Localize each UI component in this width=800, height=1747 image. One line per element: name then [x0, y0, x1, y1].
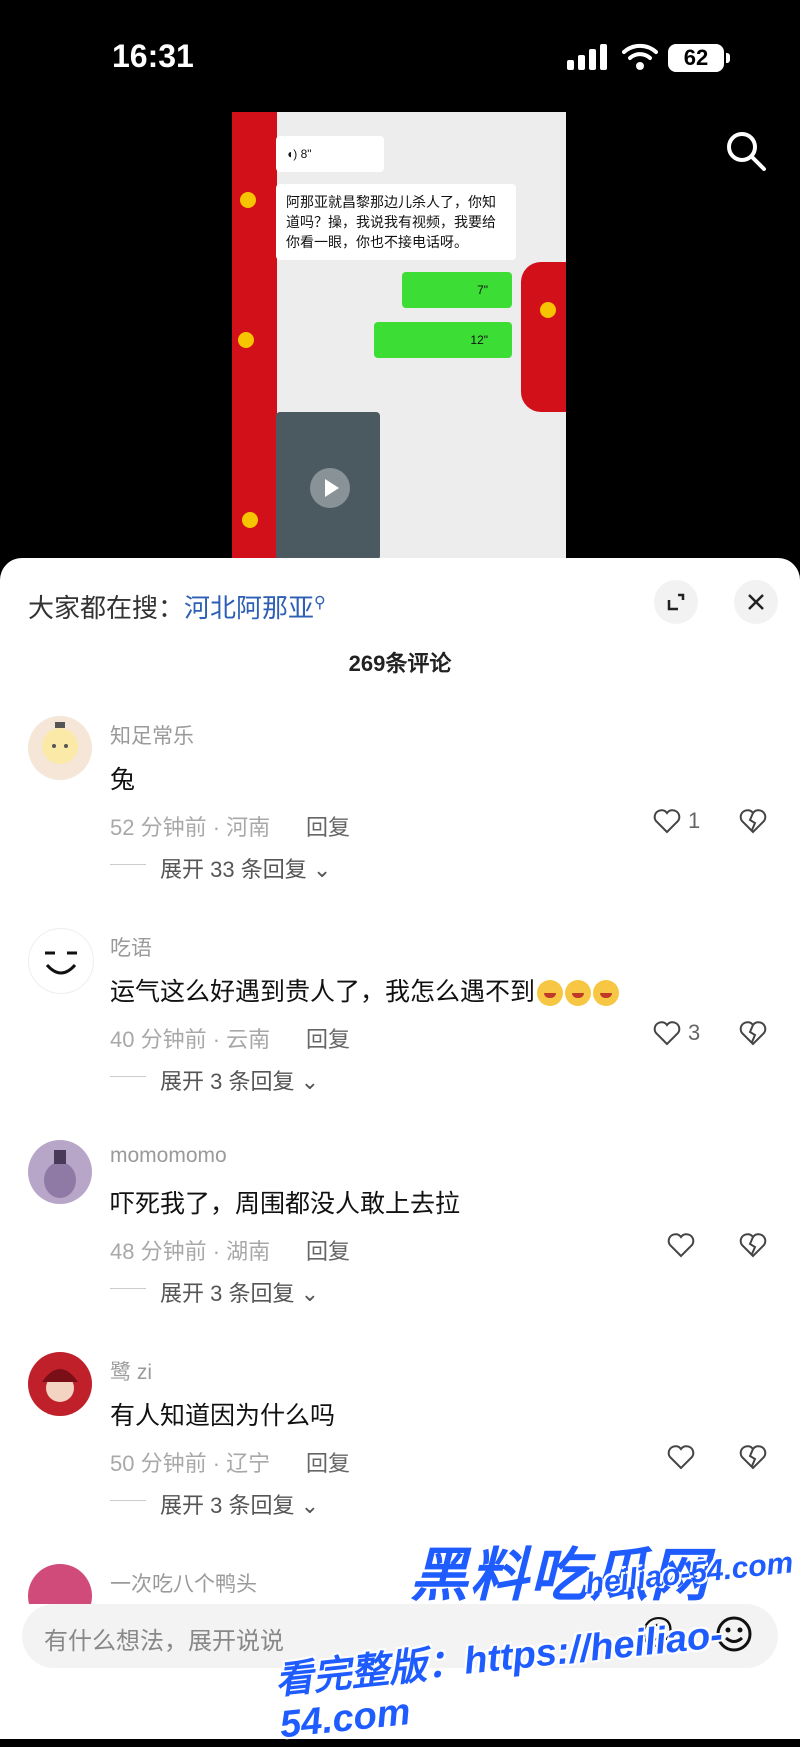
search-suggestion-label: 大家都在搜：	[28, 593, 185, 623]
comment-username[interactable]: momomomo	[110, 1144, 227, 1168]
heart-icon	[667, 1445, 695, 1470]
comment-meta: 52 分钟前 · 河南	[110, 815, 271, 840]
voice-message-left: ◖) 8"	[276, 136, 384, 172]
decor-emoji	[540, 302, 556, 318]
search-small-icon: ⚲	[314, 594, 326, 612]
search-icon[interactable]	[725, 130, 767, 172]
like-button[interactable]: 3	[652, 1018, 732, 1054]
comment-username[interactable]: 一次吃八个鸭头	[110, 1568, 257, 1598]
like-button[interactable]	[652, 1230, 732, 1266]
expand-replies[interactable]: 展开 3 条回复 ⌄	[160, 1064, 319, 1096]
avatar-image	[45, 951, 77, 975]
play-icon[interactable]	[310, 468, 350, 508]
crying-emoji-icon	[593, 980, 620, 1007]
decor-emoji	[240, 192, 256, 208]
like-count: 3	[688, 1020, 701, 1045]
comment-text: 兔	[110, 766, 136, 794]
chevron-down-icon: ⌄	[300, 1281, 320, 1306]
chevron-down-icon: ⌄	[300, 1493, 320, 1518]
status-bar: 16:31 62	[0, 0, 800, 110]
avatar[interactable]	[28, 1352, 92, 1416]
crying-emoji-icon	[537, 980, 564, 1007]
dislike-icon[interactable]	[738, 806, 768, 836]
reply-button[interactable]: 回复	[306, 810, 350, 842]
dislike-icon[interactable]	[738, 1230, 768, 1260]
comment-item: momomomo 吓死我了，周围都没人敢上去拉 48 分钟前 · 湖南 回复 展…	[0, 1140, 800, 1340]
comment-count: 269条评论	[348, 651, 452, 676]
chevron-down-icon: ⌄	[300, 1069, 320, 1094]
chevron-down-icon: ⌄	[312, 857, 332, 882]
decor-emoji	[242, 512, 258, 528]
comment-text: 运气这么好遇到贵人了，我怎么遇不到	[110, 972, 620, 1008]
expand-replies-label: 展开 3 条回复	[160, 1493, 295, 1518]
reply-button[interactable]: 回复	[306, 1234, 350, 1266]
heart-icon	[667, 1233, 695, 1258]
comment-text-body: 运气这么好遇到贵人了，我怎么遇不到	[110, 978, 536, 1006]
wifi-icon	[622, 43, 658, 70]
video-thumbnail[interactable]	[276, 412, 380, 560]
comment-meta: 50 分钟前 · 辽宁	[110, 1451, 271, 1476]
reply-button[interactable]: 回复	[306, 1446, 350, 1478]
comment-item: 知足常乐 兔 52 分钟前 · 河南 回复 1 展开 33 条回复 ⌄	[0, 716, 800, 916]
close-button[interactable]	[734, 580, 778, 624]
comment-input-placeholder: 有什么想法，展开说说	[44, 1628, 284, 1655]
search-suggestion-keyword[interactable]: 河北阿那亚	[184, 593, 314, 623]
expand-replies[interactable]: 展开 3 条回复 ⌄	[160, 1276, 319, 1308]
voice-message-right: 12"	[374, 322, 512, 358]
expand-icon	[667, 593, 685, 611]
chat-message: 阿那亚就昌黎那边儿杀人了，你知道吗？操，我说我有视频，我要给你看一眼，你也不接电…	[276, 184, 516, 260]
comment-text: 吓死我了，周围都没人敢上去拉	[110, 1190, 461, 1218]
divider	[110, 1076, 146, 1077]
crying-emoji-icon	[565, 980, 592, 1007]
avatar-image	[42, 722, 78, 764]
avatar[interactable]	[28, 1140, 92, 1204]
status-time: 16:31	[112, 38, 194, 74]
heart-icon	[653, 1021, 681, 1046]
heart-icon	[653, 809, 681, 834]
search-suggestion[interactable]: 大家都在搜：河北阿那亚⚲	[28, 588, 326, 625]
comment-text: 有人知道因为什么吗	[110, 1402, 336, 1430]
avatar[interactable]	[28, 928, 94, 994]
expand-replies-label: 展开 3 条回复	[160, 1281, 295, 1306]
divider	[110, 1288, 146, 1289]
reply-button[interactable]: 回复	[306, 1022, 350, 1054]
close-icon	[748, 594, 764, 610]
avatar[interactable]	[28, 716, 92, 780]
expand-replies[interactable]: 展开 3 条回复 ⌄	[160, 1488, 319, 1520]
avatar-image	[42, 1369, 78, 1402]
decor-border-right	[521, 262, 566, 412]
comment-username[interactable]: 鹭 zi	[110, 1356, 152, 1386]
comment-item: 鹭 zi 有人知道因为什么吗 50 分钟前 · 辽宁 回复 展开 3 条回复 ⌄	[0, 1352, 800, 1552]
comment-meta: 40 分钟前 · 云南	[110, 1027, 271, 1052]
voice-message-right: 7"	[402, 272, 512, 308]
expand-replies-label: 展开 33 条回复	[160, 857, 307, 882]
expand-replies-label: 展开 3 条回复	[160, 1069, 295, 1094]
voice-wave-icon: ◖)	[286, 147, 298, 161]
like-button[interactable]	[652, 1442, 732, 1478]
comment-username[interactable]: 知足常乐	[110, 720, 194, 750]
comment-username[interactable]: 吃语	[110, 932, 152, 962]
divider	[110, 864, 146, 865]
signal-icon	[567, 44, 607, 70]
comment-item: 吃语 运气这么好遇到贵人了，我怎么遇不到 40 分钟前 · 云南 回复 3 展开…	[0, 928, 800, 1128]
dislike-icon[interactable]	[738, 1442, 768, 1472]
avatar[interactable]	[28, 1564, 92, 1604]
divider	[110, 1500, 146, 1501]
voice-duration: 8"	[300, 147, 312, 161]
expand-replies[interactable]: 展开 33 条回复 ⌄	[160, 852, 331, 884]
video-player[interactable]: ◖) 8" 阿那亚就昌黎那边儿杀人了，你知道吗？操，我说我有视频，我要给你看一眼…	[232, 112, 566, 560]
battery-indicator: 62	[668, 44, 730, 72]
expand-button[interactable]	[654, 580, 698, 624]
avatar-image	[44, 1150, 76, 1198]
like-count: 1	[688, 808, 701, 833]
comment-meta: 48 分钟前 · 湖南	[110, 1239, 271, 1264]
like-button[interactable]: 1	[652, 806, 732, 842]
decor-emoji	[238, 332, 254, 348]
dislike-icon[interactable]	[738, 1018, 768, 1048]
